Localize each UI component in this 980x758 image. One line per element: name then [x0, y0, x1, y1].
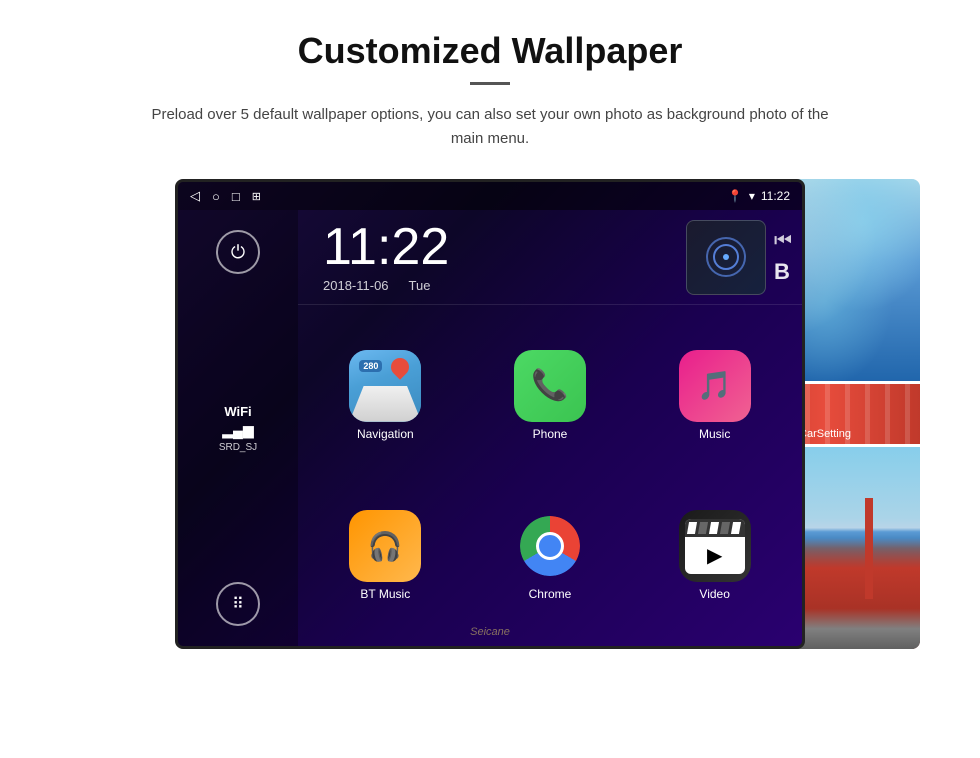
nav-route-badge: 280 [359, 360, 382, 372]
bridge-tower-right [865, 498, 873, 599]
watermark: Seicane [470, 626, 510, 638]
phone-app-icon[interactable]: 📞 [514, 350, 586, 422]
btmusic-app-icon[interactable]: 🎧 [349, 510, 421, 582]
apps-grid-button[interactable]: ⠿ [216, 582, 260, 626]
app-item-navigation[interactable]: 280 Navigation [308, 350, 463, 441]
wifi-ssid: SRD_SJ [219, 442, 257, 453]
app-item-chrome[interactable]: Chrome [473, 510, 628, 601]
page-description: Preload over 5 default wallpaper options… [140, 103, 840, 151]
wifi-info: WiFi ▂▄▆ SRD_SJ [219, 404, 257, 453]
back-icon[interactable]: ◁ [190, 188, 200, 204]
chrome-app-label: Chrome [529, 587, 572, 601]
grid-icon: ⠿ [232, 594, 244, 614]
phone-app-label: Phone [533, 427, 568, 441]
status-right: 📍 ▾ 11:22 [728, 189, 790, 203]
android-screen: ◁ ○ □ ⊞ 📍 ▾ 11:22 ⏻ [175, 179, 805, 649]
home-icon[interactable]: ○ [212, 189, 220, 204]
android-content: ⏻ WiFi ▂▄▆ SRD_SJ ⠿ [178, 210, 802, 646]
power-button[interactable]: ⏻ [216, 230, 260, 274]
center-area: 11:22 2018-11-06 Tue [298, 210, 802, 646]
screenshot-icon[interactable]: ⊞ [252, 190, 261, 203]
chrome-app-icon[interactable] [514, 510, 586, 582]
wifi-icon: ▾ [749, 189, 755, 203]
clock-day-value: Tue [409, 278, 431, 293]
location-icon: 📍 [728, 189, 743, 203]
power-icon: ⏻ [231, 242, 245, 263]
app-item-phone[interactable]: 📞 Phone [473, 350, 628, 441]
media-controls: ⏮ B [774, 230, 792, 285]
page-title: Customized Wallpaper [298, 30, 683, 72]
wifi-animation-icon [706, 237, 746, 277]
left-sidebar: ⏻ WiFi ▂▄▆ SRD_SJ ⠿ [178, 210, 298, 646]
title-divider [470, 82, 510, 85]
music-app-icon[interactable]: 🎵 [679, 350, 751, 422]
music-app-label: Music [699, 427, 730, 441]
clock-time: 11:22 [323, 221, 449, 273]
recent-icon[interactable]: □ [232, 189, 240, 204]
wifi-bars-icon: ▂▄▆ [219, 422, 257, 439]
prev-track-icon[interactable]: ⏮ [774, 230, 792, 253]
btmusic-app-label: BT Music [360, 587, 410, 601]
video-app-label: Video [699, 587, 729, 601]
app-grid: 280 Navigation 📞 Phone 🎵 [298, 305, 802, 646]
page-container: Customized Wallpaper Preload over 5 defa… [0, 0, 980, 669]
app-item-btmusic[interactable]: 🎧 BT Music [308, 510, 463, 601]
media-letter: B [774, 259, 792, 285]
clock-date: 2018-11-06 Tue [323, 278, 430, 293]
app-item-video[interactable]: ▶ Video [637, 510, 792, 601]
clock-date-value: 2018-11-06 [323, 278, 389, 293]
navigation-app-label: Navigation [357, 427, 414, 441]
status-left: ◁ ○ □ ⊞ [190, 188, 261, 204]
media-icon-box [686, 220, 766, 295]
navigation-app-icon[interactable]: 280 [349, 350, 421, 422]
video-app-icon[interactable]: ▶ [679, 510, 751, 582]
app-item-music[interactable]: 🎵 Music [637, 350, 792, 441]
clock-section: 11:22 2018-11-06 Tue [308, 221, 686, 293]
clock-bar: 11:22 2018-11-06 Tue [298, 210, 802, 305]
screenshot-area: ◁ ○ □ ⊞ 📍 ▾ 11:22 ⏻ [60, 179, 920, 649]
status-time: 11:22 [761, 189, 790, 203]
media-section: ⏮ B [686, 220, 792, 295]
carsetting-label: CarSetting [799, 428, 851, 440]
wifi-label: WiFi [219, 404, 257, 419]
wifi-dot [723, 254, 729, 260]
status-bar: ◁ ○ □ ⊞ 📍 ▾ 11:22 [178, 182, 802, 210]
